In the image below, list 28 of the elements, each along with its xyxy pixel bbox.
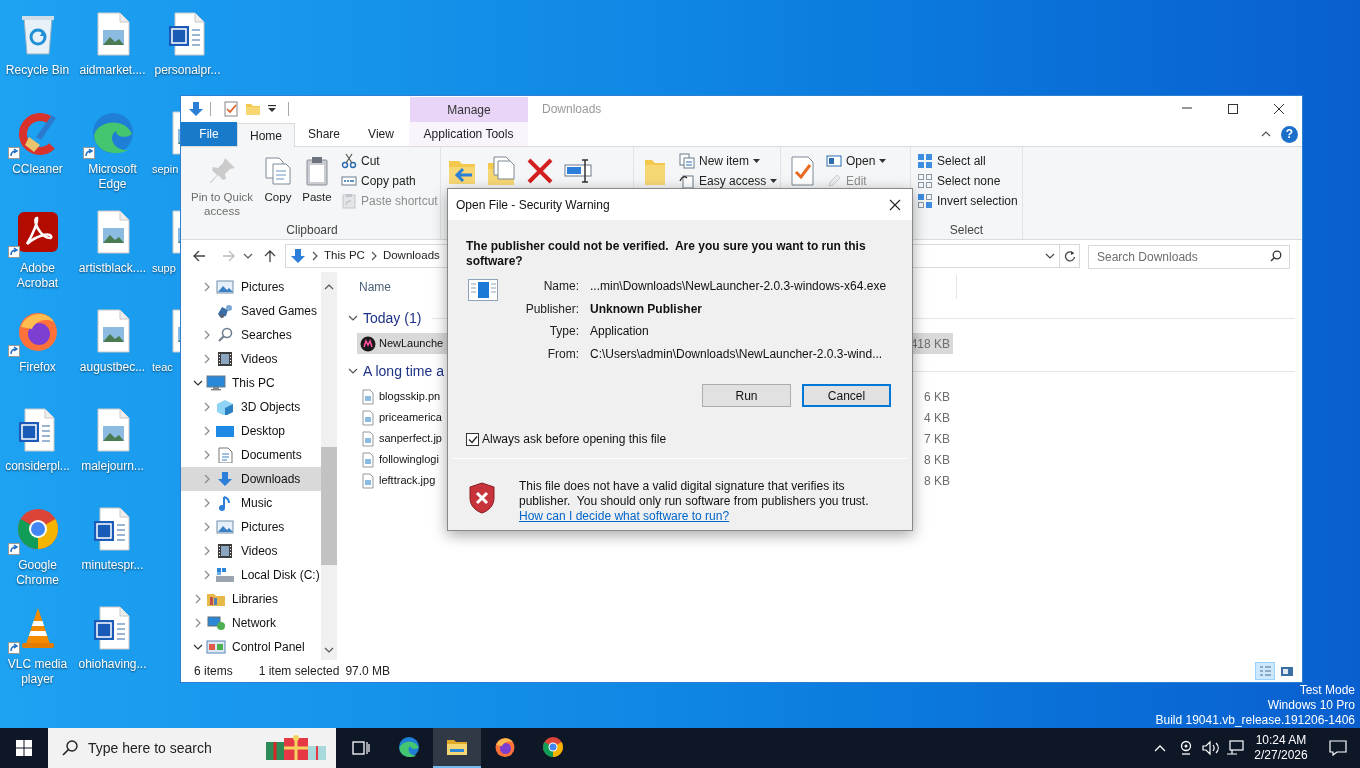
group-label: Clipboard [286,222,338,239]
file-size: 4 KB [924,409,950,427]
field-label: Publisher: [524,300,579,318]
field-value: Unknown Publisher [590,300,703,318]
field-value: C:\Users\admin\Downloads\NewLauncher-2.0.3-wind... [590,345,884,363]
window-title: Downloads [542,101,602,118]
group-label: Select [949,222,984,239]
system-info-text: Windows 10 Pro [1267,698,1355,713]
item-count: 6 items [194,663,233,680]
clock-time: 10:24 AM [1255,733,1307,748]
dialog-title: Open File - Security Warning [456,196,610,214]
file-size: 8 KB [924,472,950,490]
file-size: 6 KB [924,388,950,406]
context-tab-header: Manage [410,97,528,122]
field-label: From: [546,345,579,363]
selection-size: 97.0 MB [345,663,391,680]
file-size: 7 KB [924,430,950,448]
warning-heading: The publisher could not be verified. Are you sure you want to run this software? [466,239,867,269]
field-value: ...min\Downloads\NewLauncher-2.0.3-windows-x64.exe [590,278,887,295]
field-label: Type: [548,323,579,340]
system-info-text: Test Mode [1299,683,1355,698]
system-info-text: Build 19041.vb_release.191206-1406 [1155,713,1355,728]
clock-date: 2/27/2026 [1254,748,1308,763]
field-label: Name: [542,278,579,295]
warning-text: This file does not have a valid digital signature that verifies its publisher. You should only run software from publishers you trust. [519,479,870,509]
field-value: Application [590,323,650,340]
selection-status: 1 item selected [258,663,340,680]
file-size: 8 KB [924,451,950,469]
